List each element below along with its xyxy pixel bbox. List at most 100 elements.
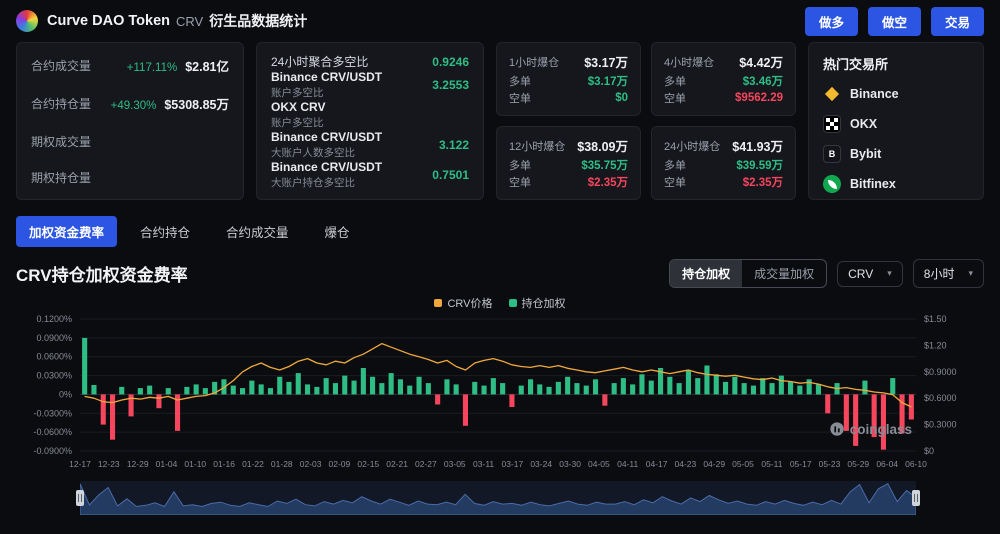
liquidation-total: $41.93万 bbox=[732, 136, 783, 155]
svg-text:04-17: 04-17 bbox=[646, 459, 668, 469]
interval-select[interactable]: 8小时 ▾ bbox=[913, 259, 984, 288]
trade-button[interactable]: 交易 bbox=[931, 7, 984, 36]
exchange-name: Bybit bbox=[850, 147, 881, 161]
chart-legend: CRV价格 持仓加权 bbox=[0, 295, 1000, 311]
liquidation-total: $4.42万 bbox=[739, 52, 783, 71]
svg-text:0%: 0% bbox=[59, 389, 72, 399]
chart-canvas[interactable]: 0.1200%0.0900%0.0600%0.0300%0%-0.0300%-0… bbox=[16, 313, 984, 475]
toggle-oi-weighted[interactable]: 持仓加权 bbox=[670, 260, 742, 287]
chart-navigator[interactable] bbox=[80, 481, 916, 515]
ratio-name: 24小时聚合多空比 bbox=[271, 53, 368, 70]
navigator-right-handle[interactable] bbox=[912, 490, 920, 506]
ratio-row: OKX CRV账户多空比 bbox=[271, 100, 469, 130]
symbol-select[interactable]: CRV ▾ bbox=[837, 261, 903, 287]
tab-weighted-funding-rate[interactable]: 加权资金费率 bbox=[16, 216, 117, 247]
svg-text:03-30: 03-30 bbox=[559, 459, 581, 469]
liquidation-card-1h: 1小时爆仓$3.17万多单$3.17万空单$0 bbox=[496, 42, 641, 116]
svg-text:12-17: 12-17 bbox=[69, 459, 91, 469]
svg-text:05-23: 05-23 bbox=[819, 459, 841, 469]
tab-open-interest[interactable]: 合约持仓 bbox=[127, 216, 203, 247]
contract-stats-card: 合约成交量+117.11%$2.81亿合约持仓量 +49.30% $5308.85万… bbox=[16, 42, 244, 200]
exchange-name: Binance bbox=[850, 87, 899, 101]
legend-label: CRV价格 bbox=[447, 295, 492, 311]
svg-text:0.1200%: 0.1200% bbox=[36, 314, 72, 324]
stat-value: $2.81亿 bbox=[185, 56, 229, 75]
svg-text:05-29: 05-29 bbox=[847, 459, 869, 469]
long-button[interactable]: 做多 bbox=[805, 7, 858, 36]
liquidation-period-label: 12小时爆仓 bbox=[509, 138, 565, 154]
svg-text:04-23: 04-23 bbox=[675, 459, 697, 469]
exchange-item-okx[interactable]: OKX bbox=[823, 115, 969, 133]
chart-title: CRV持仓加权资金费率 bbox=[16, 261, 188, 286]
long-label: 多单 bbox=[509, 73, 531, 89]
ratio-sub-label: 大账户持仓多空比 bbox=[271, 175, 382, 190]
funding-chart: 0.1200%0.0900%0.0600%0.0300%0%-0.0300%-0… bbox=[16, 313, 984, 515]
svg-text:12-23: 12-23 bbox=[98, 459, 120, 469]
stat-label: 合约成交量 bbox=[31, 57, 91, 74]
page-title-suffix: 衍生品数据统计 bbox=[209, 11, 307, 31]
svg-text:05-05: 05-05 bbox=[732, 459, 754, 469]
svg-text:0.0300%: 0.0300% bbox=[36, 371, 72, 381]
svg-text:02-27: 02-27 bbox=[415, 459, 437, 469]
ratio-name: Binance CRV/USDT bbox=[271, 160, 382, 174]
legend-swatch bbox=[509, 299, 517, 307]
liquidation-cards: 1小时爆仓$3.17万多单$3.17万空单$04小时爆仓$4.42万多单$3.4… bbox=[496, 42, 796, 200]
liquidation-period-label: 24小时爆仓 bbox=[664, 138, 720, 154]
ratio-name: Binance CRV/USDT bbox=[271, 130, 382, 144]
exchange-item-bybit[interactable]: BBybit bbox=[823, 145, 969, 163]
ratio-name: OKX CRV bbox=[271, 100, 325, 114]
svg-text:06-10: 06-10 bbox=[905, 459, 927, 469]
svg-text:02-21: 02-21 bbox=[386, 459, 408, 469]
svg-text:03-17: 03-17 bbox=[502, 459, 524, 469]
stat-value: $5308.85万 bbox=[164, 94, 229, 113]
tab-contract-volume[interactable]: 合约成交量 bbox=[213, 216, 302, 247]
svg-text:0.0600%: 0.0600% bbox=[36, 352, 72, 362]
svg-text:$0.9000: $0.9000 bbox=[924, 367, 957, 377]
legend-item[interactable]: CRV价格 bbox=[434, 295, 492, 311]
svg-text:03-05: 03-05 bbox=[444, 459, 466, 469]
ratio-row: Binance CRV/USDT大账户人数多空比3.122 bbox=[271, 130, 469, 160]
navigator-left-handle[interactable] bbox=[76, 490, 84, 506]
exchange-list: Binance OKX BBybit Bitfinex bbox=[823, 85, 969, 193]
ratio-sub-label: 大账户人数多空比 bbox=[271, 145, 382, 160]
section-tabs: 加权资金费率合约持仓合约成交量爆仓 bbox=[16, 216, 984, 247]
exchange-item-bitfinex[interactable]: Bitfinex bbox=[823, 175, 969, 193]
stat-label: 合约持仓量 bbox=[31, 95, 91, 112]
long-liquidation-value: $3.17万 bbox=[588, 73, 628, 89]
svg-text:02-03: 02-03 bbox=[300, 459, 322, 469]
liquidation-total: $38.09万 bbox=[577, 136, 628, 155]
ratio-value: 0.7501 bbox=[432, 168, 469, 182]
svg-text:02-09: 02-09 bbox=[329, 459, 351, 469]
svg-text:01-04: 01-04 bbox=[156, 459, 178, 469]
tab-liquidation[interactable]: 爆仓 bbox=[312, 216, 363, 247]
navigator-area[interactable] bbox=[80, 481, 916, 515]
stat-row: 合约成交量+117.11%$2.81亿 bbox=[31, 56, 229, 75]
ratio-row: 24小时聚合多空比0.9246 bbox=[271, 53, 469, 70]
hot-exchanges-title: 热门交易所 bbox=[823, 54, 969, 73]
svg-text:$0: $0 bbox=[924, 446, 934, 456]
stat-change: +49.30% bbox=[111, 100, 157, 112]
header-actions: 做多做空交易 bbox=[795, 7, 984, 36]
binance-icon bbox=[823, 85, 841, 103]
short-button[interactable]: 做空 bbox=[868, 7, 921, 36]
interval-select-value: 8小时 bbox=[924, 265, 955, 282]
long-label: 多单 bbox=[509, 157, 531, 173]
stat-label: 期权持仓量 bbox=[31, 169, 91, 186]
toggle-volume-weighted[interactable]: 成交量加权 bbox=[742, 260, 826, 287]
short-liquidation-value: $0 bbox=[615, 92, 628, 104]
coinglass-logo-icon bbox=[829, 421, 845, 437]
ratio-value: 3.2553 bbox=[432, 78, 469, 92]
bitfinex-icon bbox=[823, 175, 841, 193]
svg-text:01-28: 01-28 bbox=[271, 459, 293, 469]
svg-text:04-29: 04-29 bbox=[703, 459, 725, 469]
exchange-item-binance[interactable]: Binance bbox=[823, 85, 969, 103]
ratio-row: Binance CRV/USDT账户多空比3.2553 bbox=[271, 70, 469, 100]
chevron-down-icon: ▾ bbox=[968, 268, 973, 279]
svg-text:05-11: 05-11 bbox=[761, 459, 782, 469]
legend-item[interactable]: 持仓加权 bbox=[509, 295, 566, 311]
okx-icon bbox=[823, 115, 841, 133]
svg-text:$1.50: $1.50 bbox=[924, 314, 947, 324]
stat-row: 期权持仓量 bbox=[31, 169, 229, 186]
liquidation-period-label: 1小时爆仓 bbox=[509, 54, 559, 70]
watermark-text: coinglass bbox=[850, 422, 912, 437]
